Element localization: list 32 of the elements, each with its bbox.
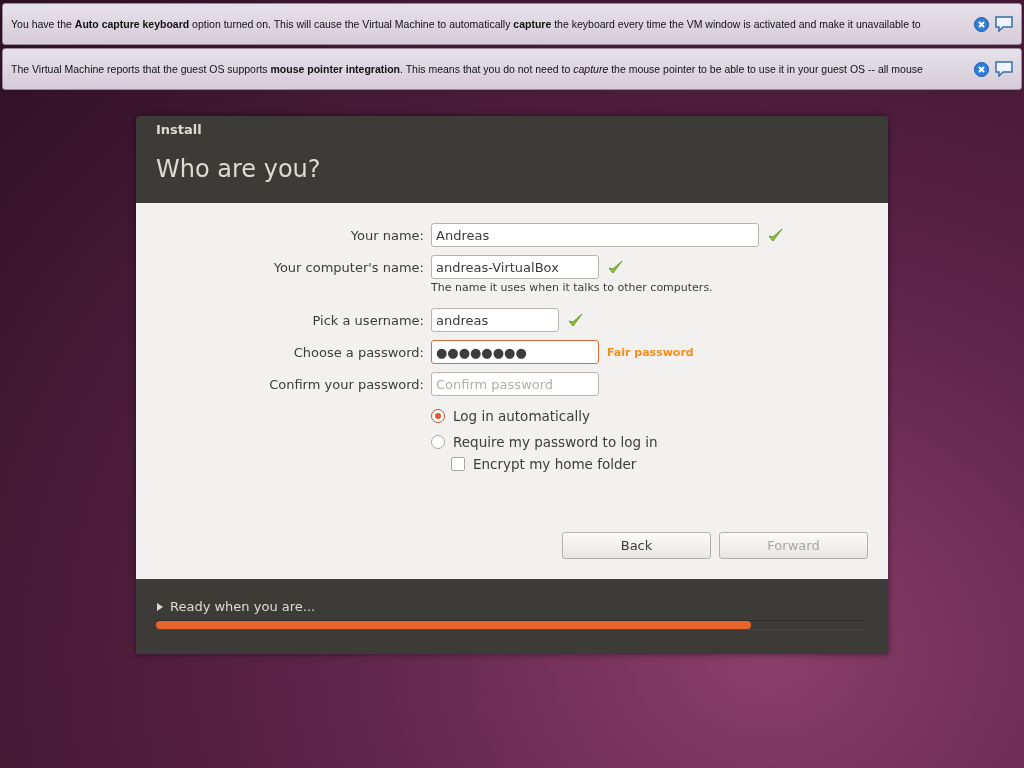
expander-icon[interactable] <box>156 601 164 612</box>
radio-button[interactable] <box>431 409 445 423</box>
speech-bubble-icon[interactable] <box>995 16 1013 32</box>
field-label: Confirm your password: <box>269 376 424 392</box>
close-icon[interactable] <box>974 61 989 77</box>
input-field[interactable]: andreas <box>431 308 559 332</box>
input-field[interactable]: andreas-VirtualBox <box>431 255 599 279</box>
notification-text: You have the Auto capture keyboard option turned on. This will cause the Virtual Machine to automatically capture the keyboard every time the VM window is activated and make it unavailable to <box>11 18 922 30</box>
radio-option[interactable]: Log in automatically <box>431 408 868 424</box>
field-hint: The name it uses when it talks to other computers. <box>431 281 714 294</box>
close-icon[interactable] <box>974 16 989 32</box>
checkmark-icon <box>607 259 623 275</box>
input-field[interactable]: ●●●●●●●● <box>431 340 599 364</box>
radio-option[interactable]: Require my password to log in <box>431 434 868 450</box>
field-label: Your computer's name: <box>273 259 424 275</box>
checkbox[interactable] <box>451 457 465 471</box>
notification-text: The Virtual Machine reports that the guest OS supports mouse pointer integration. This means that you do not need to capture the mouse pointer to be able to use it in your guest OS -- all mouse <box>11 63 924 75</box>
password-strength: Fair password <box>607 345 694 359</box>
radio-button[interactable] <box>431 435 445 449</box>
speech-bubble-icon[interactable] <box>995 61 1013 77</box>
input-field[interactable]: Confirm password <box>431 372 599 396</box>
progress-label[interactable]: Ready when you are... <box>156 599 864 614</box>
window-title: Install <box>156 122 203 137</box>
checkmark-icon <box>567 312 583 328</box>
checkbox-option[interactable]: Encrypt my home folder <box>451 456 868 472</box>
field-label: Choose a password: <box>293 344 424 360</box>
checkmark-icon <box>767 227 783 243</box>
page-heading: Who are you? <box>156 155 322 183</box>
field-label: Your name: <box>350 227 424 243</box>
input-field[interactable]: Andreas <box>431 223 759 247</box>
field-label: Pick a username: <box>312 312 424 328</box>
nav-button[interactable]: Back <box>562 532 711 559</box>
